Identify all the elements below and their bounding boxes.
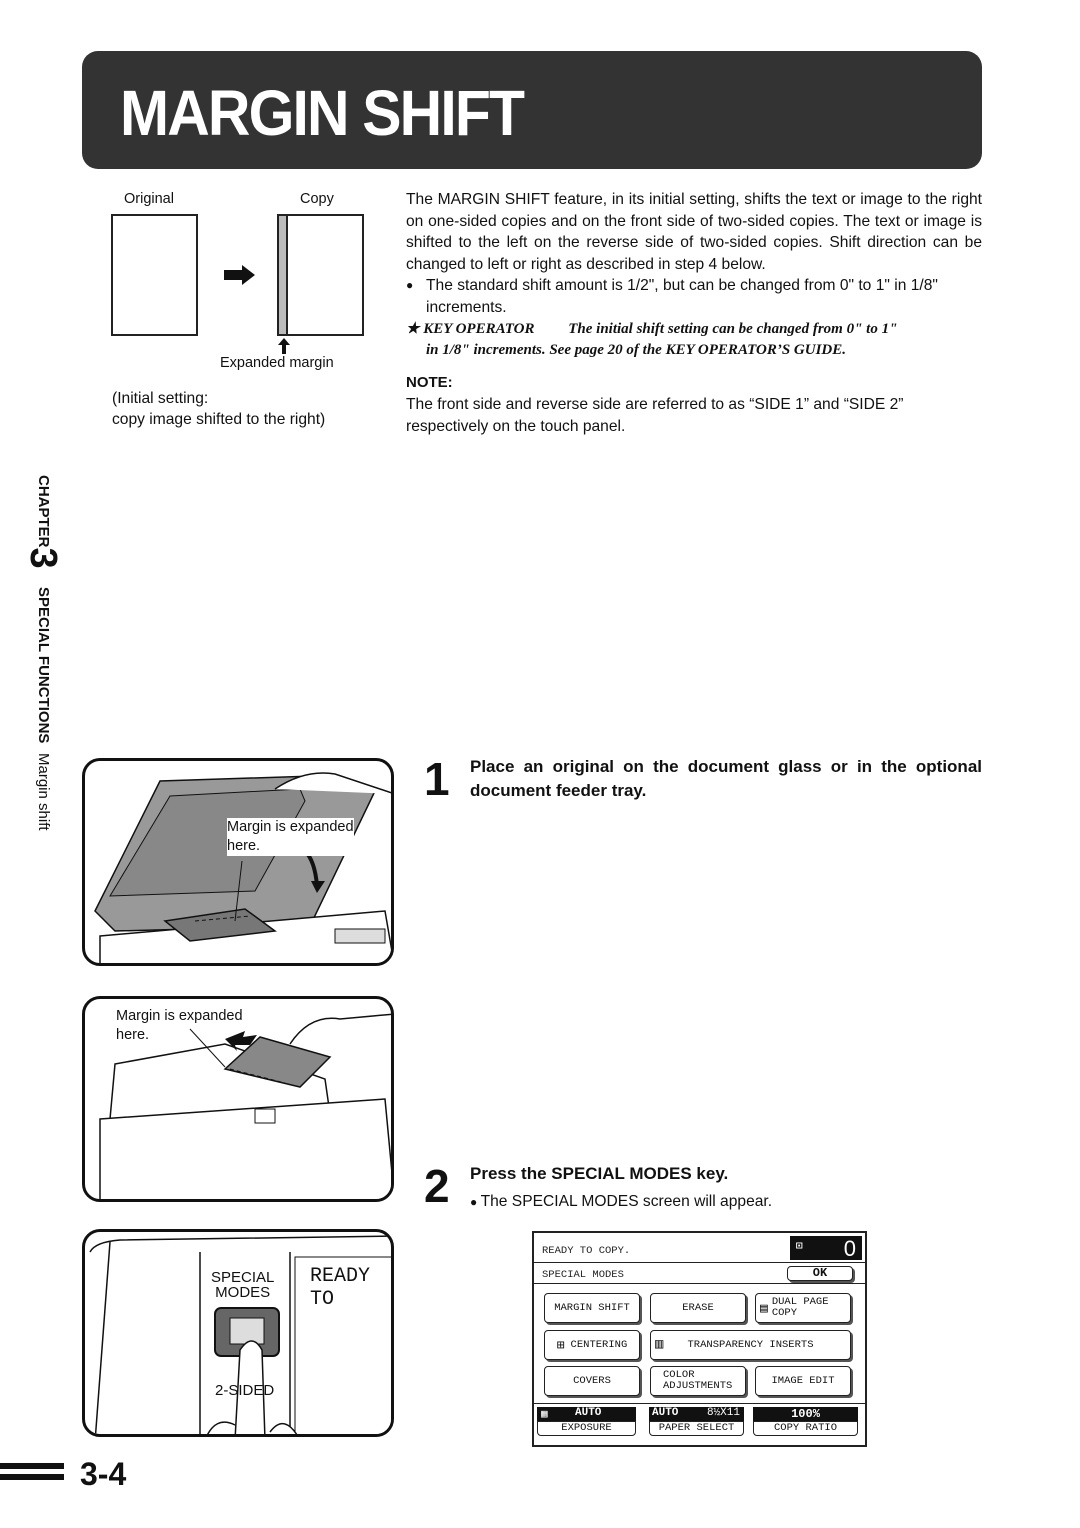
copy-label: Copy: [300, 191, 334, 207]
diagram-caption: (Initial setting: copy image shifted to …: [112, 388, 325, 430]
paper-size-value: 8½X11: [706, 1407, 740, 1419]
transparency-icon: ▥: [655, 1336, 664, 1353]
section-label: SPECIAL FUNCTIONS: [35, 586, 52, 743]
paper-auto-value: AUTO: [652, 1407, 679, 1419]
note-heading: NOTE:: [406, 374, 453, 391]
chapter-number: 3: [22, 547, 64, 569]
divider: [534, 1403, 865, 1404]
step-2-bullet: ● The SPECIAL MODES screen will appear.: [470, 1193, 772, 1211]
key-label-line: MODES: [215, 1284, 271, 1301]
image-edit-button[interactable]: IMAGE EDIT: [755, 1366, 851, 1396]
key-operator-label: KEY OPERATOR: [423, 321, 535, 337]
original-label: Original: [124, 191, 174, 207]
callout-line: Margin is expanded: [116, 1008, 243, 1024]
two-sided-copy-label: 2-SIDED: [215, 1382, 275, 1399]
paper-select-value-bar[interactable]: AUTO 8½X11: [649, 1407, 744, 1421]
dual-page-label: DUAL PAGE COPY: [772, 1297, 829, 1319]
screen-title: SPECIAL MODES: [542, 1269, 624, 1281]
copy-tray-icon: ⊡: [796, 1241, 803, 1253]
divider: [534, 1283, 865, 1284]
button-label: CENTERING: [570, 1338, 628, 1351]
exposure-label[interactable]: EXPOSURE: [537, 1421, 636, 1436]
chapter-sidebar: CHAPTER3 SPECIAL FUNCTIONS Margin shift: [22, 475, 64, 831]
chapter-label: CHAPTER: [35, 475, 52, 548]
caption-line: (Initial setting:: [112, 390, 209, 407]
control-panel-illustration: SPECIAL MODES READY TO 2-SIDED: [82, 1229, 394, 1437]
color-adjustments-label: COLOR ADJUSTMENTS: [663, 1370, 732, 1392]
special-modes-key-label: SPECIAL MODES: [211, 1270, 274, 1300]
caption-line: copy image shifted to the right): [112, 411, 326, 428]
transparency-inserts-button[interactable]: ▥ TRANSPARENCY INSERTS: [650, 1330, 851, 1360]
footer-rule: [0, 1463, 64, 1469]
step-1-number: 1: [424, 753, 450, 805]
label-line: COPY: [771, 1307, 798, 1319]
expanded-margin-strip: [279, 216, 288, 334]
centering-button[interactable]: ⊞ CENTERING: [544, 1330, 640, 1360]
exposure-value: AUTO: [575, 1407, 602, 1419]
dual-page-copy-button[interactable]: ▤ DUAL PAGE COPY: [755, 1293, 851, 1323]
color-adjustments-button[interactable]: COLOR ADJUSTMENTS: [650, 1366, 746, 1396]
expanded-margin-label: Expanded margin: [220, 355, 334, 371]
status-text: READY TO COPY.: [542, 1245, 631, 1257]
button-label: TRANSPARENCY INSERTS: [687, 1338, 814, 1351]
up-arrow-icon: [278, 338, 290, 354]
copy-ratio-value[interactable]: 100%: [753, 1407, 858, 1421]
paper-select-label[interactable]: PAPER SELECT: [649, 1421, 744, 1436]
glass-callout: Margin is expanded here.: [227, 818, 354, 856]
exposure-value-bar[interactable]: ▦ AUTO: [537, 1407, 636, 1421]
star-icon: ★: [406, 321, 424, 337]
dual-page-icon: ▤: [760, 1300, 768, 1316]
bullet-icon: ●: [470, 1195, 481, 1209]
document-glass-illustration: Margin is expanded here.: [82, 758, 394, 966]
footer-rule: [0, 1474, 64, 1480]
callout-line: here.: [227, 838, 261, 854]
callout-line: Margin is expanded: [227, 819, 354, 835]
copier-glass-drawing: [94, 772, 391, 963]
copy-page: [277, 214, 364, 336]
key-operator-text: The initial shift setting can be changed…: [568, 321, 898, 337]
display-ready-text: READY TO: [310, 1265, 371, 1311]
copy-counter: ⊡ 0: [790, 1236, 862, 1261]
intro-paragraph: The MARGIN SHIFT feature, in its initial…: [406, 191, 982, 273]
touch-panel-screen: READY TO COPY. ⊡ 0 SPECIAL MODES OK MARG…: [532, 1231, 867, 1447]
divider: [534, 1262, 865, 1263]
title-banner: MARGIN SHIFT: [82, 51, 982, 169]
document-feeder-illustration: Margin is expanded here.: [82, 996, 394, 1202]
exposure-icon: ▦: [541, 1409, 548, 1421]
subsection-label: Margin shift: [35, 752, 52, 831]
copy-ratio-label[interactable]: COPY RATIO: [753, 1421, 858, 1436]
key-label-line: SPECIAL: [211, 1269, 275, 1286]
right-arrow-icon: [224, 265, 255, 285]
page-number: 3-4: [80, 1456, 127, 1492]
step-1-text: Place an original on the document glass …: [470, 757, 982, 800]
feeder-callout: Margin is expanded here.: [116, 1007, 243, 1045]
bullet-text: The standard shift amount is 1/2", but c…: [426, 277, 938, 316]
step-2-text: Press the SPECIAL MODES key.: [470, 1164, 729, 1183]
label-line: ADJUSTMENTS: [663, 1380, 733, 1392]
key-operator-text: in 1/8" increments. See page 20 of the K…: [426, 342, 847, 358]
copy-count: 0: [843, 1236, 856, 1261]
callout-line: here.: [116, 1027, 150, 1043]
original-page: [111, 214, 198, 336]
key-operator-note: ★ KEY OPERATOR The initial shift setting…: [406, 319, 986, 361]
intro-bullet: ● The standard shift amount is 1/2", but…: [406, 275, 982, 318]
bullet-icon: ●: [406, 278, 414, 292]
centering-icon: ⊞: [556, 1337, 565, 1353]
covers-button[interactable]: COVERS: [544, 1366, 640, 1396]
control-panel-drawing: [89, 1235, 391, 1434]
ok-button[interactable]: OK: [787, 1266, 853, 1281]
page-title: MARGIN SHIFT: [120, 77, 525, 149]
step-2-number: 2: [424, 1160, 450, 1212]
margin-shift-button[interactable]: MARGIN SHIFT: [544, 1293, 640, 1323]
bullet-text: The SPECIAL MODES screen will appear.: [480, 1193, 773, 1210]
erase-button[interactable]: ERASE: [650, 1293, 746, 1323]
note-text: The front side and reverse side are refe…: [406, 396, 904, 435]
